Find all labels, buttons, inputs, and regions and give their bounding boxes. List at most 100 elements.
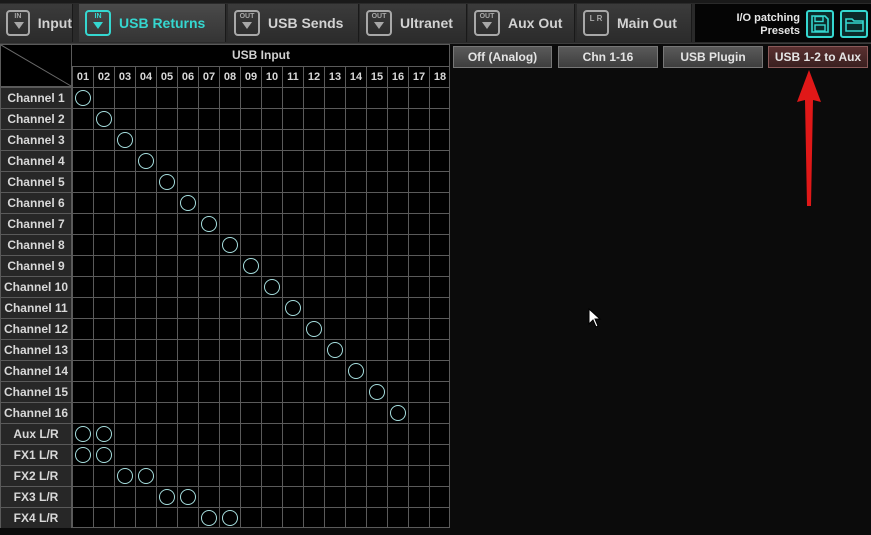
patch-cell[interactable] (114, 444, 135, 465)
patch-cell[interactable] (135, 234, 156, 255)
patch-cell[interactable] (408, 339, 429, 360)
patch-cell[interactable] (240, 339, 261, 360)
patch-cell[interactable] (156, 129, 177, 150)
patch-cell[interactable] (240, 486, 261, 507)
patch-cell[interactable] (72, 444, 93, 465)
patch-cell[interactable] (345, 108, 366, 129)
patch-cell[interactable] (429, 444, 450, 465)
patch-cell[interactable] (366, 171, 387, 192)
patch-cell[interactable] (303, 255, 324, 276)
patch-cell[interactable] (303, 360, 324, 381)
patch-cell[interactable] (114, 108, 135, 129)
patch-cell[interactable] (261, 108, 282, 129)
patch-cell[interactable] (156, 339, 177, 360)
patch-cell[interactable] (345, 465, 366, 486)
patch-cell[interactable] (219, 360, 240, 381)
patch-cell[interactable] (219, 507, 240, 528)
patch-cell[interactable] (198, 402, 219, 423)
patch-cell[interactable] (240, 360, 261, 381)
patch-cell[interactable] (93, 507, 114, 528)
patch-cell[interactable] (303, 318, 324, 339)
patch-cell[interactable] (366, 444, 387, 465)
patch-cell[interactable] (198, 87, 219, 108)
patch-cell[interactable] (429, 507, 450, 528)
patch-cell[interactable] (261, 444, 282, 465)
patch-cell[interactable] (93, 255, 114, 276)
patch-cell[interactable] (198, 423, 219, 444)
patch-cell[interactable] (72, 87, 93, 108)
patch-cell[interactable] (219, 171, 240, 192)
patch-cell[interactable] (261, 87, 282, 108)
patch-cell[interactable] (240, 318, 261, 339)
patch-cell[interactable] (408, 192, 429, 213)
open-preset-button[interactable] (840, 10, 868, 38)
patch-cell[interactable] (366, 255, 387, 276)
patch-cell[interactable] (429, 318, 450, 339)
patch-cell[interactable] (324, 213, 345, 234)
patch-cell[interactable] (177, 402, 198, 423)
patch-cell[interactable] (387, 213, 408, 234)
patch-cell[interactable] (72, 381, 93, 402)
patch-cell[interactable] (198, 276, 219, 297)
patch-cell[interactable] (93, 171, 114, 192)
patch-cell[interactable] (345, 213, 366, 234)
patch-cell[interactable] (282, 192, 303, 213)
patch-cell[interactable] (261, 318, 282, 339)
patch-cell[interactable] (345, 234, 366, 255)
patch-cell[interactable] (261, 129, 282, 150)
patch-cell[interactable] (324, 423, 345, 444)
patch-cell[interactable] (198, 255, 219, 276)
patch-cell[interactable] (114, 171, 135, 192)
patch-cell[interactable] (72, 423, 93, 444)
patch-cell[interactable] (156, 297, 177, 318)
patch-cell[interactable] (114, 339, 135, 360)
patch-cell[interactable] (261, 234, 282, 255)
patch-cell[interactable] (345, 339, 366, 360)
patch-cell[interactable] (198, 360, 219, 381)
patch-cell[interactable] (198, 108, 219, 129)
patch-cell[interactable] (240, 402, 261, 423)
patch-cell[interactable] (156, 192, 177, 213)
patch-cell[interactable] (135, 129, 156, 150)
patch-cell[interactable] (324, 108, 345, 129)
patch-cell[interactable] (156, 150, 177, 171)
patch-cell[interactable] (114, 192, 135, 213)
patch-cell[interactable] (72, 360, 93, 381)
patch-cell[interactable] (366, 129, 387, 150)
patch-cell[interactable] (177, 381, 198, 402)
patch-cell[interactable] (408, 234, 429, 255)
patch-cell[interactable] (345, 150, 366, 171)
patch-cell[interactable] (324, 339, 345, 360)
patch-cell[interactable] (387, 276, 408, 297)
patch-cell[interactable] (135, 339, 156, 360)
patch-cell[interactable] (282, 318, 303, 339)
tab-usb-sends[interactable]: OUT USB Sends (228, 4, 359, 42)
patch-cell[interactable] (345, 486, 366, 507)
patch-cell[interactable] (72, 171, 93, 192)
patch-cell[interactable] (366, 486, 387, 507)
patch-cell[interactable] (198, 507, 219, 528)
patch-cell[interactable] (324, 381, 345, 402)
patch-cell[interactable] (198, 129, 219, 150)
patch-cell[interactable] (303, 465, 324, 486)
patch-cell[interactable] (72, 192, 93, 213)
tab-input[interactable]: IN Input (0, 4, 73, 42)
patch-cell[interactable] (387, 423, 408, 444)
patch-cell[interactable] (345, 507, 366, 528)
patch-cell[interactable] (240, 213, 261, 234)
patch-cell[interactable] (198, 486, 219, 507)
patch-cell[interactable] (324, 192, 345, 213)
patch-cell[interactable] (324, 486, 345, 507)
patch-cell[interactable] (408, 381, 429, 402)
patch-cell[interactable] (135, 297, 156, 318)
patch-cell[interactable] (156, 486, 177, 507)
patch-cell[interactable] (303, 402, 324, 423)
patch-cell[interactable] (366, 423, 387, 444)
patch-cell[interactable] (345, 360, 366, 381)
patch-cell[interactable] (303, 213, 324, 234)
patch-cell[interactable] (135, 381, 156, 402)
patch-cell[interactable] (198, 234, 219, 255)
patch-cell[interactable] (366, 87, 387, 108)
patch-cell[interactable] (366, 360, 387, 381)
patch-cell[interactable] (198, 318, 219, 339)
